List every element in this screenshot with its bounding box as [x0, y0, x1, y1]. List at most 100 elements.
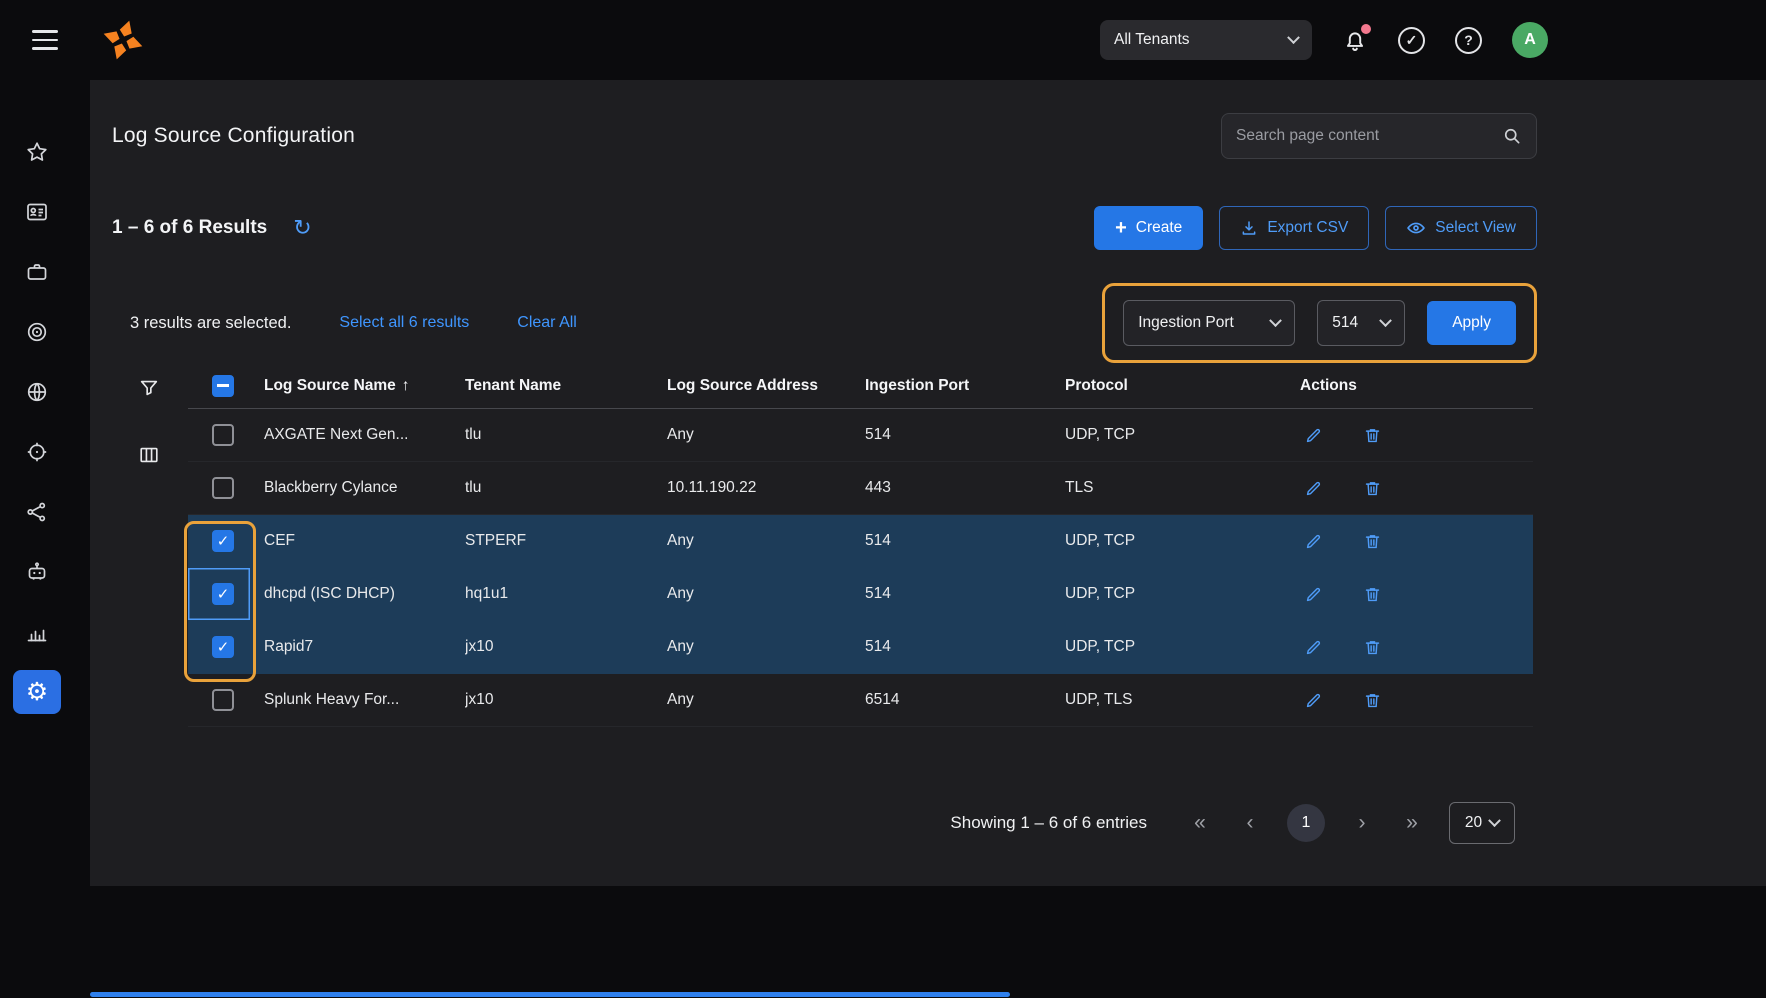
cell-log-source-address: Any — [667, 585, 865, 603]
sidebar-item-favorites[interactable] — [13, 130, 61, 174]
cell-log-source-address: Any — [667, 638, 865, 656]
row-checkbox[interactable] — [212, 689, 234, 711]
cell-ingestion-port: 514 — [865, 532, 1065, 550]
menu-icon[interactable] — [0, 30, 90, 50]
page-title: Log Source Configuration — [112, 124, 355, 148]
edit-icon[interactable] — [1304, 532, 1323, 551]
cell-ingestion-port: 514 — [865, 585, 1065, 603]
delete-icon[interactable] — [1363, 638, 1382, 657]
table-row[interactable]: Rapid7 jx10 Any 514 UDP, TCP — [188, 621, 1533, 674]
bulk-value-select[interactable]: 514 — [1317, 300, 1405, 346]
help-icon[interactable] — [1455, 27, 1482, 54]
next-page-icon[interactable] — [1349, 811, 1375, 835]
edit-icon[interactable] — [1304, 691, 1323, 710]
cell-tenant-name: jx10 — [465, 691, 667, 709]
table-row[interactable]: CEF STPERF Any 514 UDP, TCP — [188, 515, 1533, 568]
sidebar-item-threat-intel[interactable] — [13, 370, 61, 414]
sidebar-item-reports[interactable] — [13, 610, 61, 654]
row-checkbox[interactable] — [212, 636, 234, 658]
delete-icon[interactable] — [1363, 691, 1382, 710]
cell-log-source-name: CEF — [264, 532, 465, 550]
cell-tenant-name: tlu — [465, 426, 667, 444]
table-row[interactable]: dhcpd (ISC DHCP) hq1u1 Any 514 UDP, TCP — [188, 568, 1533, 621]
col-protocol[interactable]: Protocol — [1065, 377, 1300, 395]
bulk-field-select[interactable]: Ingestion Port — [1123, 300, 1295, 346]
col-ingestion-port[interactable]: Ingestion Port — [865, 377, 1065, 395]
table-row[interactable]: AXGATE Next Gen... tlu Any 514 UDP, TCP — [188, 409, 1533, 462]
sort-asc-icon: ↑ — [402, 377, 410, 394]
cell-tenant-name: STPERF — [465, 532, 667, 550]
page-size-select[interactable]: 20 — [1449, 802, 1515, 844]
sidebar-item-settings[interactable]: ⚙ — [13, 670, 61, 714]
export-csv-button[interactable]: Export CSV — [1219, 206, 1369, 250]
tasks-check-icon[interactable] — [1398, 27, 1425, 54]
eye-icon — [1406, 218, 1426, 238]
page-search[interactable] — [1221, 113, 1537, 159]
search-icon[interactable] — [1502, 126, 1522, 146]
table-row[interactable]: Splunk Heavy For... jx10 Any 6514 UDP, T… — [188, 674, 1533, 727]
row-checkbox[interactable] — [212, 583, 234, 605]
first-page-icon[interactable] — [1187, 811, 1213, 835]
select-all-link[interactable]: Select all 6 results — [339, 314, 469, 332]
edit-icon[interactable] — [1304, 585, 1323, 604]
row-checkbox[interactable] — [212, 424, 234, 446]
edit-icon[interactable] — [1304, 479, 1323, 498]
gear-icon: ⚙ — [26, 680, 48, 705]
page-number-button[interactable]: 1 — [1287, 804, 1325, 842]
globe-icon — [25, 380, 49, 404]
log-source-table: Log Source Name↑ Tenant Name Log Source … — [188, 363, 1533, 727]
delete-icon[interactable] — [1363, 532, 1382, 551]
sidebar-item-dashboards[interactable] — [13, 190, 61, 234]
star-icon — [25, 140, 49, 164]
sidebar-item-connectors[interactable] — [13, 490, 61, 534]
table-header-row: Log Source Name↑ Tenant Name Log Source … — [188, 363, 1533, 409]
edit-icon[interactable] — [1304, 426, 1323, 445]
crosshair-icon — [25, 440, 49, 464]
row-checkbox[interactable] — [212, 477, 234, 499]
logo — [98, 15, 148, 65]
sidebar: ⚙ — [0, 80, 90, 998]
col-tenant-name[interactable]: Tenant Name — [465, 377, 667, 395]
row-checkbox[interactable] — [212, 530, 234, 552]
delete-icon[interactable] — [1363, 479, 1382, 498]
table-row[interactable]: Blackberry Cylance tlu 10.11.190.22 443 … — [188, 462, 1533, 515]
cell-tenant-name: hq1u1 — [465, 585, 667, 603]
create-button[interactable]: Create — [1094, 206, 1203, 250]
refresh-icon[interactable] — [293, 217, 311, 239]
delete-icon[interactable] — [1363, 585, 1382, 604]
sidebar-item-cases[interactable] — [13, 250, 61, 294]
filter-icon[interactable] — [138, 377, 160, 402]
pagination: Showing 1 – 6 of 6 entries 1 20 — [112, 801, 1515, 845]
last-page-icon[interactable] — [1399, 811, 1425, 835]
sidebar-item-threat-hunting[interactable] — [13, 430, 61, 474]
sidebar-item-automation[interactable] — [13, 550, 61, 594]
edit-icon[interactable] — [1304, 638, 1323, 657]
bar-chart-icon — [25, 620, 49, 644]
chevron-down-icon — [1488, 814, 1501, 827]
previous-page-icon[interactable] — [1237, 811, 1263, 835]
sidebar-item-detections[interactable] — [13, 310, 61, 354]
horizontal-scrollbar[interactable] — [90, 992, 1010, 997]
columns-icon[interactable] — [138, 444, 160, 469]
pagination-summary: Showing 1 – 6 of 6 entries — [950, 813, 1147, 833]
col-log-source-address[interactable]: Log Source Address — [667, 377, 865, 395]
select-all-checkbox[interactable] — [212, 375, 234, 397]
select-view-button[interactable]: Select View — [1385, 206, 1537, 250]
briefcase-icon — [25, 260, 49, 284]
search-input[interactable] — [1236, 127, 1494, 145]
delete-icon[interactable] — [1363, 426, 1382, 445]
tenant-selector-value: All Tenants — [1114, 31, 1190, 49]
apply-button[interactable]: Apply — [1427, 301, 1516, 345]
notifications-bell-icon[interactable] — [1342, 27, 1368, 53]
user-avatar[interactable]: A — [1512, 22, 1548, 58]
col-log-source-name[interactable]: Log Source Name↑ — [264, 377, 465, 395]
cell-protocol: TLS — [1065, 479, 1300, 497]
cell-ingestion-port: 6514 — [865, 691, 1065, 709]
tenant-selector[interactable]: All Tenants — [1100, 20, 1312, 60]
clear-all-link[interactable]: Clear All — [517, 314, 577, 332]
hamburger-bars — [32, 30, 58, 50]
cell-protocol: UDP, TCP — [1065, 532, 1300, 550]
cell-log-source-address: Any — [667, 532, 865, 550]
download-icon — [1240, 219, 1258, 237]
cell-log-source-address: 10.11.190.22 — [667, 479, 865, 497]
